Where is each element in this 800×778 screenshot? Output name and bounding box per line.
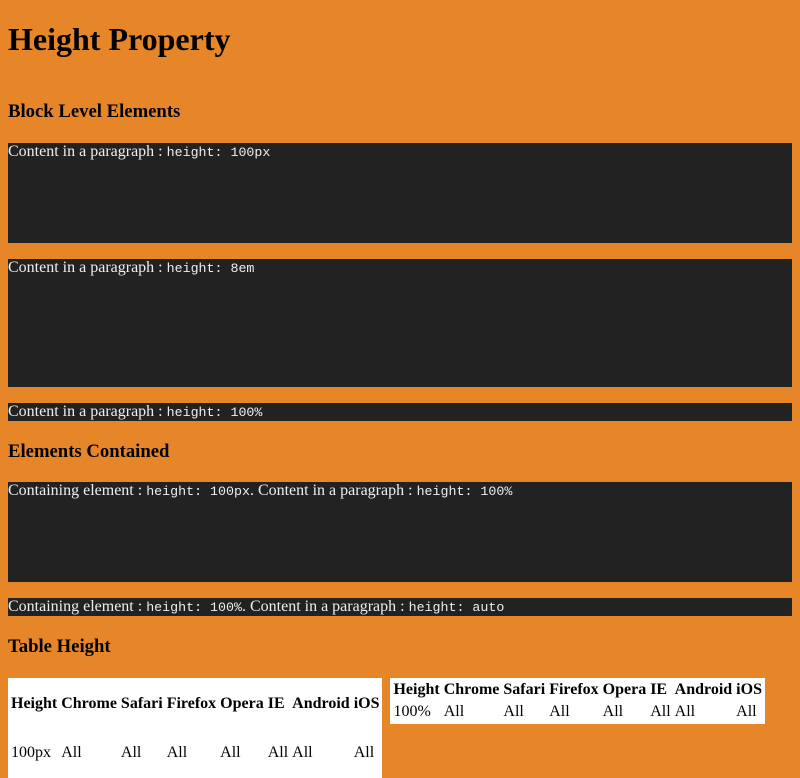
table-cell: All	[61, 743, 82, 761]
box-code: height: 100%	[146, 600, 242, 615]
header-cell: Android	[674, 681, 733, 698]
box-code: height: auto	[408, 600, 505, 615]
table-cell: All	[267, 743, 289, 761]
page-title: Height Property	[8, 21, 231, 57]
table-row: 100% All All All All All All All	[392, 702, 762, 722]
table-cell: All	[292, 743, 313, 761]
header-cell: Height	[11, 694, 58, 712]
table-cell: All	[353, 743, 375, 761]
table-cell: All	[503, 703, 524, 720]
box-label: Content in a paragraph :	[8, 403, 167, 420]
header-cell: Safari	[120, 694, 163, 712]
table-cell: All	[602, 703, 624, 720]
table-cell: 100px	[11, 743, 51, 761]
table-cell: All	[120, 743, 142, 761]
header-cell: iOS	[736, 681, 762, 698]
box-label: Content in a paragraph :	[8, 143, 167, 160]
section-heading-elements-contained: Elements Contained	[8, 441, 170, 462]
header-cell: Chrome	[61, 694, 117, 712]
table-cell: All	[166, 743, 188, 761]
box-label: Content in a paragraph :	[8, 259, 167, 276]
box-label: Containing element :	[8, 482, 147, 499]
box-code: height: 100%	[166, 405, 263, 420]
table-row: 100px All All All All All All All	[10, 729, 380, 776]
container-box-100px: Containing element : height: 100px. Cont…	[8, 482, 792, 582]
header-cell: Chrome	[443, 681, 500, 698]
table-header-row: Height Chrome Safari Firefox Opera IE An…	[392, 680, 762, 700]
header-cell: iOS	[353, 694, 380, 712]
table-cell: All	[650, 703, 671, 720]
header-cell: Safari	[503, 681, 546, 698]
container-box-100pct: Containing element : height: 100%. Conte…	[8, 598, 792, 616]
header-cell: Opera	[602, 681, 647, 698]
box-label: Containing element :	[8, 598, 147, 615]
header-cell: IE	[650, 681, 668, 698]
support-table-100pct: Height Chrome Safari Firefox Opera IE An…	[390, 678, 765, 724]
section-heading-block-level: Block Level Elements	[8, 101, 181, 122]
tables-container: Height Chrome Safari Firefox Opera IE An…	[8, 678, 792, 778]
page: Height Property Block Level Elements Con…	[0, 0, 800, 778]
box-label: . Content in a paragraph :	[249, 482, 417, 499]
header-cell: Firefox	[166, 694, 217, 712]
table-cell: All	[443, 703, 465, 720]
table-cell: All	[736, 703, 757, 720]
header-cell: Height	[393, 681, 440, 698]
header-cell: IE	[267, 694, 285, 712]
box-code: height: 8em	[166, 261, 255, 276]
box-code: height: 100%	[416, 484, 513, 499]
header-cell: Android	[292, 694, 350, 712]
paragraph-box-100pct: Content in a paragraph : height: 100%	[8, 403, 792, 421]
paragraph-box-100px: Content in a paragraph : height: 100px	[8, 143, 792, 243]
box-label: . Content in a paragraph :	[241, 598, 409, 615]
header-cell: Opera	[220, 694, 264, 712]
box-code: height: 100px	[146, 484, 250, 499]
table-cell: All	[674, 703, 696, 720]
table-cell: 100%	[393, 703, 431, 720]
paragraph-box-8em: Content in a paragraph : height: 8em	[8, 259, 792, 387]
table-cell: All	[220, 743, 241, 761]
box-code: height: 100px	[166, 145, 271, 160]
header-cell: Firefox	[549, 681, 599, 698]
table-header-row: Height Chrome Safari Firefox Opera IE An…	[10, 680, 380, 727]
section-heading-table-height: Table Height	[8, 636, 111, 657]
table-cell: All	[549, 703, 570, 720]
support-table-100px: Height Chrome Safari Firefox Opera IE An…	[8, 678, 383, 778]
